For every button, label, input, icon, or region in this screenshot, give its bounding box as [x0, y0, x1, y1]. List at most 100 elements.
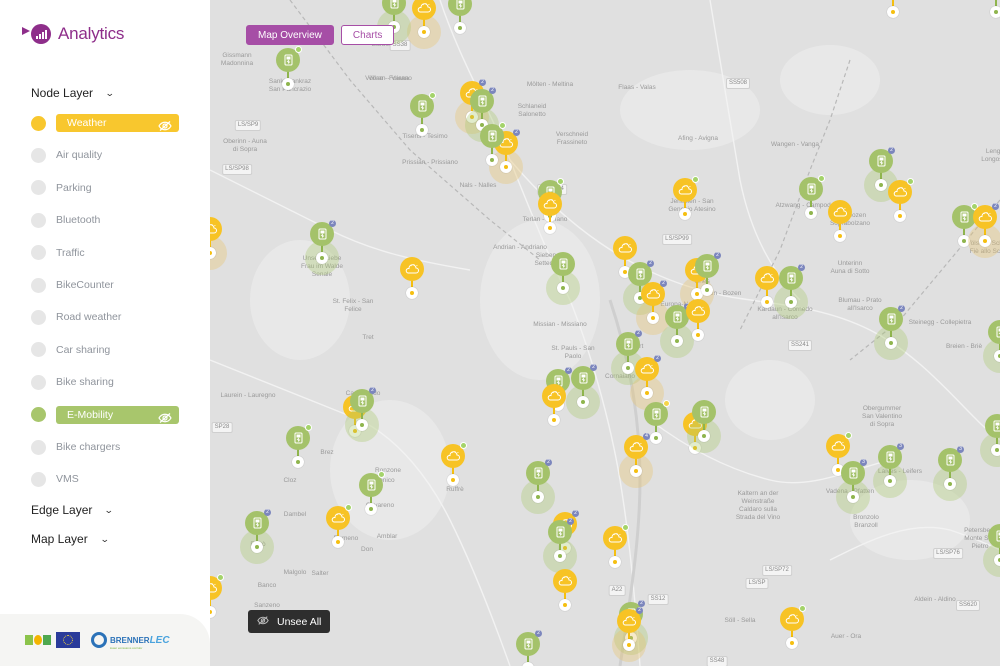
charging-station-icon[interactable] [692, 400, 716, 424]
marker-anchor[interactable] [805, 207, 817, 219]
marker-anchor[interactable] [698, 430, 710, 442]
marker-anchor[interactable] [292, 456, 304, 468]
weather-cloud-sun-icon[interactable] [400, 257, 424, 281]
weather-cloud-sun-icon[interactable] [686, 299, 710, 323]
marker-anchor[interactable] [500, 161, 512, 173]
weather-cloud-sun-icon[interactable] [553, 569, 577, 593]
marker-anchor[interactable] [630, 465, 642, 477]
layer-label: BikeCounter [56, 279, 114, 291]
place-label: Dambel [283, 511, 307, 518]
layer-toggle-dot[interactable] [31, 407, 46, 423]
live-status-badge [378, 471, 385, 478]
eye-off-icon[interactable] [158, 410, 172, 423]
marker-anchor[interactable] [671, 335, 683, 347]
marker-anchor[interactable] [701, 284, 713, 296]
marker-anchor[interactable] [332, 536, 344, 548]
marker-anchor[interactable] [761, 296, 773, 308]
layer-toggle-dot[interactable] [31, 439, 46, 455]
layer-toggle-dot[interactable] [31, 277, 46, 293]
layer-toggle-dot[interactable] [31, 471, 46, 487]
marker-anchor[interactable] [316, 252, 328, 264]
place-label: Sanzeno [254, 602, 280, 609]
map-layer-toggle[interactable]: Map Layer ⌄ [31, 532, 109, 546]
layer-toggle-dot[interactable] [31, 147, 46, 163]
eye-off-icon[interactable] [158, 118, 172, 131]
layer-active-pill[interactable]: Weather [56, 114, 179, 132]
marker-anchor[interactable] [554, 550, 566, 562]
marker-anchor[interactable] [251, 541, 263, 553]
charging-station-icon[interactable] [551, 252, 575, 276]
layer-item-air-quality[interactable]: Air quality [31, 145, 179, 165]
layer-toggle-dot[interactable] [31, 309, 46, 325]
marker-anchor[interactable] [418, 26, 430, 38]
layer-item-bluetooth[interactable]: Bluetooth [31, 210, 179, 230]
layer-item-road-weather[interactable]: Road weather [31, 307, 179, 327]
marker-anchor[interactable] [650, 432, 662, 444]
marker-anchor[interactable] [884, 475, 896, 487]
marker-anchor[interactable] [887, 6, 899, 18]
marker-anchor[interactable] [544, 222, 556, 234]
marker-anchor[interactable] [994, 350, 1000, 362]
marker-anchor[interactable] [577, 396, 589, 408]
layer-toggle-dot[interactable] [31, 115, 46, 131]
marker-anchor[interactable] [786, 637, 798, 649]
marker-anchor[interactable] [447, 474, 459, 486]
edge-layer-toggle[interactable]: Edge Layer ⌄ [31, 503, 114, 517]
layer-item-parking[interactable]: Parking [31, 178, 179, 198]
marker-anchor[interactable] [454, 22, 466, 34]
marker-anchor[interactable] [641, 387, 653, 399]
layer-toggle-dot[interactable] [31, 180, 46, 196]
brand[interactable]: Analytics [22, 24, 124, 44]
tab-charts[interactable]: Charts [340, 25, 395, 45]
layer-item-e-mobility[interactable]: E-Mobility [31, 405, 179, 425]
marker-anchor[interactable] [356, 419, 368, 431]
layer-item-traffic[interactable]: Traffic [31, 243, 179, 263]
layer-item-bikecounter[interactable]: BikeCounter [31, 275, 179, 295]
marker-anchor[interactable] [994, 554, 1000, 566]
node-layer-toggle[interactable]: Node Layer ⌄ [31, 86, 115, 100]
weather-cloud-sun-icon[interactable] [538, 192, 562, 216]
marker-anchor[interactable] [991, 444, 1000, 456]
weather-cloud-sun-icon[interactable] [542, 384, 566, 408]
marker-anchor[interactable] [679, 208, 691, 220]
marker-anchor[interactable] [834, 230, 846, 242]
marker-anchor[interactable] [847, 491, 859, 503]
marker-anchor[interactable] [557, 282, 569, 294]
marker-anchor[interactable] [885, 337, 897, 349]
layer-toggle-dot[interactable] [31, 342, 46, 358]
marker-anchor[interactable] [692, 329, 704, 341]
marker-anchor[interactable] [282, 78, 294, 90]
layer-toggle-dot[interactable] [31, 245, 46, 261]
weather-cloud-sun-icon[interactable] [828, 200, 852, 224]
marker-anchor[interactable] [559, 599, 571, 611]
layer-toggle-dot[interactable] [31, 212, 46, 228]
layer-item-car-sharing[interactable]: Car sharing [31, 340, 179, 360]
layer-toggle-dot[interactable] [31, 374, 46, 390]
unsee-all-button[interactable]: Unsee All [248, 610, 330, 633]
weather-cloud-sun-icon[interactable] [755, 266, 779, 290]
marker-anchor[interactable] [609, 556, 621, 568]
map-canvas[interactable]: Vöran - Verano Sankt Pankraz San Pancrazi… [210, 0, 1000, 666]
marker-anchor[interactable] [548, 414, 560, 426]
marker-anchor[interactable] [990, 6, 1000, 18]
marker-anchor[interactable] [486, 154, 498, 166]
marker-anchor[interactable] [647, 312, 659, 324]
marker-anchor[interactable] [406, 287, 418, 299]
marker-anchor[interactable] [622, 362, 634, 374]
layer-item-weather[interactable]: Weather [31, 113, 179, 133]
layer-item-bike-chargers[interactable]: Bike chargers [31, 437, 179, 457]
marker-anchor[interactable] [979, 235, 991, 247]
marker-anchor[interactable] [875, 179, 887, 191]
marker-anchor[interactable] [944, 478, 956, 490]
tab-map-overview[interactable]: Map Overview [246, 25, 334, 45]
marker-anchor[interactable] [365, 503, 377, 515]
layer-item-vms[interactable]: VMS [31, 469, 179, 489]
marker-anchor[interactable] [416, 124, 428, 136]
layer-item-bike-sharing[interactable]: Bike sharing [31, 372, 179, 392]
weather-cloud-sun-icon[interactable] [613, 236, 637, 260]
marker-anchor[interactable] [532, 491, 544, 503]
marker-anchor[interactable] [785, 296, 797, 308]
marker-anchor[interactable] [623, 639, 635, 651]
layer-active-pill[interactable]: E-Mobility [56, 405, 179, 424]
marker-anchor[interactable] [894, 210, 906, 222]
